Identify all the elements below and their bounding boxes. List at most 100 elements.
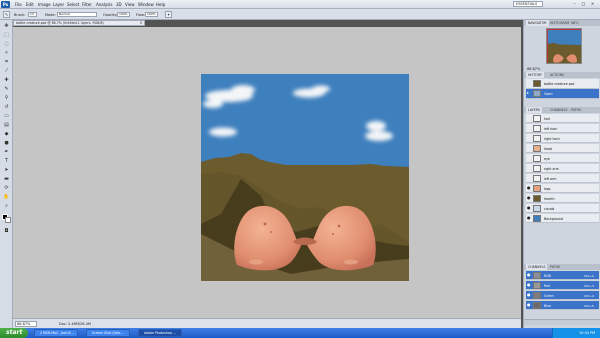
channel-row-rgb[interactable]: ● RGB Ctrl+2 [526, 271, 599, 280]
brush-tool-icon[interactable]: ✎ [2, 86, 11, 93]
tab-paths-panel[interactable]: PATHS [548, 264, 562, 270]
menu-view[interactable]: View [125, 2, 135, 7]
eye-icon[interactable]: ● [527, 283, 531, 287]
eye-icon[interactable]: ● [527, 273, 531, 277]
type-tool-icon[interactable]: T [2, 158, 11, 165]
close-document-icon[interactable]: × [138, 20, 144, 26]
blend-mode-select[interactable]: Normal [57, 12, 97, 17]
path-select-tool-icon[interactable]: ➤ [2, 167, 11, 174]
eye-icon[interactable]: ● [527, 216, 531, 220]
close-window-button[interactable]: × [589, 1, 596, 7]
layer-row-clouds[interactable]: ● clouds [526, 204, 599, 213]
menu-file[interactable]: File [15, 2, 22, 7]
menu-3d[interactable]: 3D [116, 2, 122, 7]
clock: 10:34 PM [579, 331, 596, 335]
taskbar-button-photoshop[interactable]: Adobe Photoshop ... [138, 329, 182, 337]
tab-channels-panel[interactable]: CHANNELS [526, 264, 548, 270]
eye-icon[interactable]: ● [527, 303, 531, 307]
menu-analysis[interactable]: Analysis [96, 2, 112, 7]
visibility-toggle-icon[interactable] [527, 116, 531, 120]
layer-row-hearth[interactable]: ● hearth [526, 194, 599, 203]
clone-stamp-tool-icon[interactable]: ⚲ [2, 95, 11, 102]
quick-mask-icon[interactable]: ◘ [2, 228, 11, 235]
navigator-preview[interactable] [546, 28, 582, 64]
visibility-toggle-icon[interactable] [527, 136, 531, 140]
document-tab[interactable]: battle creature.psd @ 66.7% (Untitled-1 … [13, 20, 145, 26]
channel-row-red[interactable]: ● Red Ctrl+3 [526, 281, 599, 290]
minimize-button[interactable]: – [571, 1, 578, 7]
menu-layer[interactable]: Layer [53, 2, 64, 7]
menu-select[interactable]: Select [67, 2, 79, 7]
history-item-selected[interactable]: ▸ Open [526, 89, 599, 99]
tab-history[interactable]: HISTORY [526, 72, 544, 78]
taskbar-button-screenshot[interactable]: Screen Shot (Sele... [86, 329, 130, 337]
navigator-zoom-value[interactable]: 66.67% [527, 67, 540, 71]
tab-info[interactable]: INFO [569, 20, 581, 26]
menu-image[interactable]: Image [38, 2, 51, 7]
visibility-toggle-icon[interactable] [527, 156, 531, 160]
history-brush-tool-icon[interactable]: ↺ [2, 104, 11, 111]
healing-brush-tool-icon[interactable]: ✚ [2, 77, 11, 84]
menu-window[interactable]: Window [138, 2, 154, 7]
maximize-button[interactable]: □ [580, 1, 587, 7]
tab-channels[interactable]: CHANNELS [548, 107, 569, 113]
quick-select-tool-icon[interactable]: ✧ [2, 50, 11, 57]
menu-edit[interactable]: Edit [26, 2, 34, 7]
layer-row-eye[interactable]: eye [526, 154, 599, 163]
background-color-swatch[interactable] [5, 217, 11, 223]
dodge-tool-icon[interactable]: ● [2, 140, 11, 147]
document-size-info[interactable]: Doc: 2.46M/26.4M [59, 322, 91, 326]
layer-row-background[interactable]: ● Background [526, 214, 599, 223]
layer-row-left-horn[interactable]: left horn [526, 124, 599, 133]
eye-icon[interactable]: ● [527, 186, 531, 190]
layer-row-head[interactable]: head [526, 144, 599, 153]
visibility-toggle-icon[interactable] [527, 126, 531, 130]
start-button[interactable]: start [0, 328, 28, 338]
tab-actions[interactable]: ACTIONS [548, 72, 566, 78]
artwork-canvas[interactable] [201, 74, 409, 281]
visibility-toggle-icon[interactable] [527, 176, 531, 180]
layer-row-right-arm[interactable]: right arm [526, 164, 599, 173]
menu-filter[interactable]: Filter [82, 2, 92, 7]
channel-row-green[interactable]: ● Green Ctrl+4 [526, 291, 599, 300]
visibility-toggle-icon[interactable] [527, 146, 531, 150]
eye-icon[interactable]: ● [527, 293, 531, 297]
opacity-field[interactable]: 100% [117, 12, 130, 17]
layer-thumbnail [533, 125, 541, 132]
layer-row-hair[interactable]: hair [526, 114, 599, 123]
workspace-switcher[interactable]: ESSENTIALS [513, 1, 543, 7]
hand-tool-icon[interactable]: ✋ [2, 194, 11, 201]
tab-paths[interactable]: PATHS [569, 107, 583, 113]
taskbar-button-mail[interactable]: 2 MSN Mail - Jack B... [34, 329, 78, 337]
flow-field[interactable]: 100% [145, 12, 158, 17]
layer-row-right-horn[interactable]: right horn [526, 134, 599, 143]
marquee-tool-icon[interactable]: ⬚ [2, 32, 11, 39]
zoom-level-field[interactable]: 66.67% [15, 321, 37, 327]
zoom-tool-icon[interactable]: ⌕ [2, 203, 11, 210]
3d-rotate-tool-icon[interactable]: ⟳ [2, 185, 11, 192]
eyedropper-tool-icon[interactable]: ⁄ [2, 68, 11, 75]
eye-icon[interactable]: ● [527, 206, 531, 210]
tab-navigator[interactable]: NAVIGATOR [526, 20, 549, 26]
tab-histogram[interactable]: HISTOGRAM [548, 20, 571, 26]
visibility-toggle-icon[interactable] [527, 166, 531, 170]
shape-tool-icon[interactable]: ▬ [2, 176, 11, 183]
lasso-tool-icon[interactable]: ◌ [2, 41, 11, 48]
layer-row-left-arm[interactable]: left arm [526, 174, 599, 183]
pen-tool-icon[interactable]: ✒ [2, 149, 11, 156]
history-state-arrow-icon: ▸ [527, 90, 530, 95]
tab-layers[interactable]: LAYERS [526, 107, 542, 113]
move-tool-icon[interactable]: ✥ [2, 23, 11, 30]
brush-tool-preset-icon[interactable]: ✎ [3, 11, 10, 18]
menu-help[interactable]: Help [156, 2, 165, 7]
channel-row-blue[interactable]: ● Blue Ctrl+5 [526, 301, 599, 310]
layer-row-legs[interactable]: ● legs [526, 184, 599, 193]
history-item[interactable]: battle creature.psd [526, 79, 599, 89]
eye-icon[interactable]: ● [527, 196, 531, 200]
gradient-tool-icon[interactable]: ▤ [2, 122, 11, 129]
crop-tool-icon[interactable]: ⌗ [2, 59, 11, 66]
airbrush-icon[interactable]: ✦ [165, 11, 172, 18]
blur-tool-icon[interactable]: ◆ [2, 131, 11, 138]
eraser-tool-icon[interactable]: ▭ [2, 113, 11, 120]
brush-size-picker[interactable]: 13 [28, 12, 37, 17]
